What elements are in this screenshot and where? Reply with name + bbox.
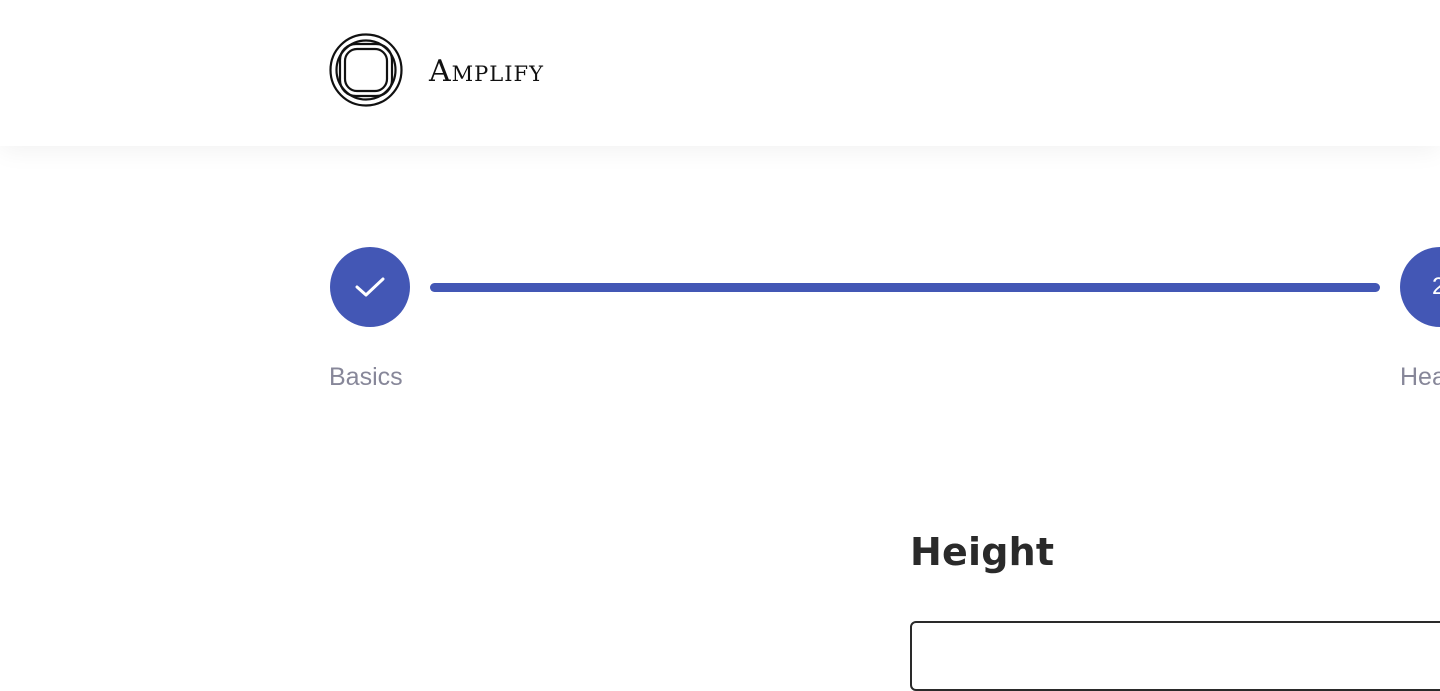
brand-logo-link[interactable]: Amplify: [329, 33, 544, 107]
brand-name: Amplify: [429, 54, 544, 89]
height-section-title: Height: [910, 530, 1055, 574]
step-basics-circle[interactable]: [330, 247, 410, 327]
top-header: Amplify: [0, 0, 1440, 146]
interlocked-rings-logo-icon: [329, 33, 403, 107]
progress-stepper: 2 Basics Health: [329, 247, 1440, 407]
step-connector-progress: [430, 283, 1380, 292]
step-health-circle[interactable]: 2: [1400, 247, 1440, 327]
height-input[interactable]: [910, 621, 1440, 691]
checkmark-icon: [355, 277, 385, 297]
step-number: 2: [1432, 273, 1440, 300]
step-label-basics: Basics: [329, 363, 403, 391]
step-label-health: Health: [1400, 363, 1440, 391]
